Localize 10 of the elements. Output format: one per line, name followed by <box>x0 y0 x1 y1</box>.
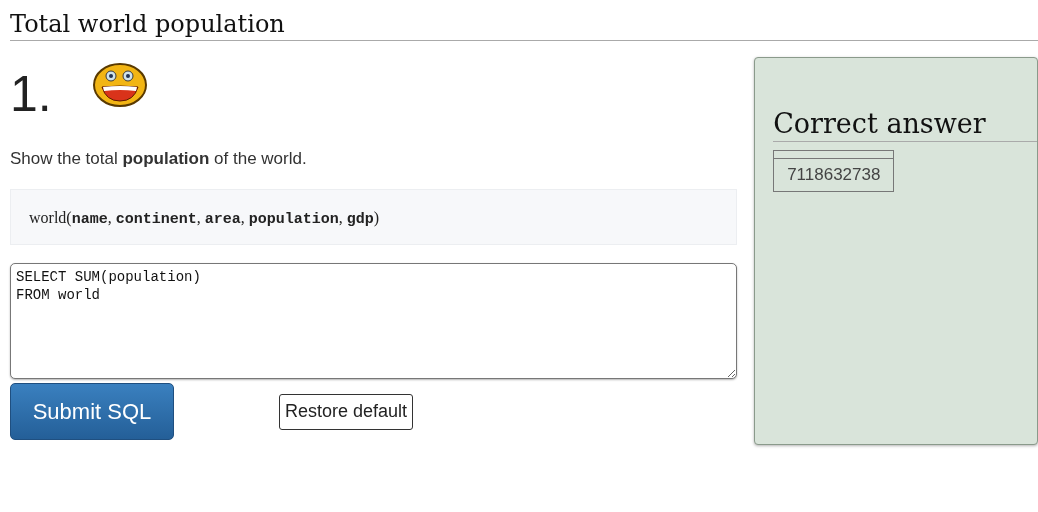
question-text: Show the total population of the world. <box>10 149 308 169</box>
submit-button[interactable]: Submit SQL <box>10 383 174 440</box>
question-number: 1. <box>10 69 52 119</box>
restore-button[interactable]: Restore default <box>279 393 414 430</box>
sql-editor[interactable]: SELECT SUM(population) FROM world <box>10 263 738 379</box>
smiley-icon <box>91 61 148 109</box>
answer-title: Correct answer <box>773 108 1037 142</box>
page-title: Total world population <box>10 10 1038 41</box>
table-cell: 7118632738 <box>773 158 894 192</box>
table-schema: world(name, continent, area, population, gdp) <box>10 189 738 245</box>
